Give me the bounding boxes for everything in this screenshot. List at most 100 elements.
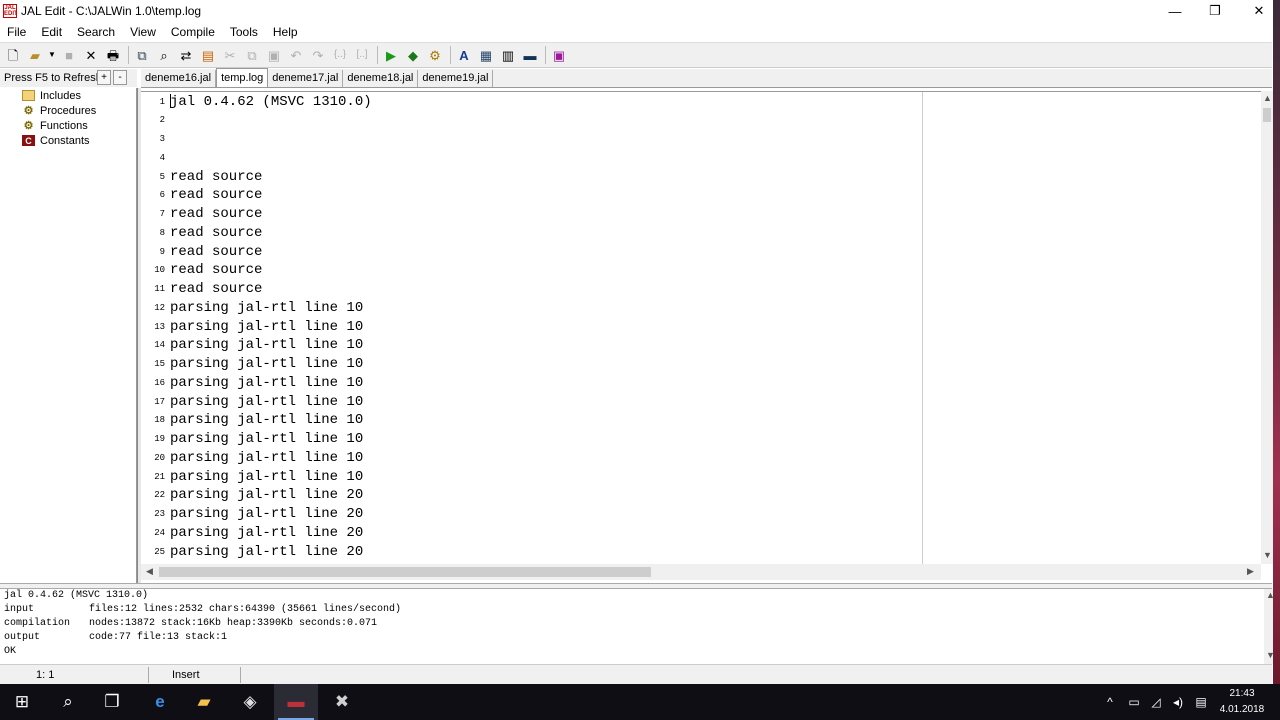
- notifications-icon[interactable]: ▤: [1190, 684, 1212, 720]
- line-number: 24: [154, 527, 165, 538]
- line-text: read source: [170, 224, 263, 241]
- terminal-icon[interactable]: ▬: [520, 45, 540, 65]
- editor-vertical-scrollbar[interactable]: ▲ ▼: [1261, 91, 1273, 564]
- editor-line[interactable]: 2: [141, 111, 911, 130]
- editor-line[interactable]: 23 parsing jal-rtl line 20: [141, 505, 911, 524]
- redo-icon[interactable]: ↷: [308, 45, 328, 65]
- editor-line[interactable]: 11 read source: [141, 280, 911, 299]
- expand-all-button[interactable]: +: [97, 70, 111, 85]
- editor-line[interactable]: 13 parsing jal-rtl line 10: [141, 317, 911, 336]
- edge-browser-icon[interactable]: e: [138, 684, 182, 720]
- editor-line[interactable]: 17 parsing jal-rtl line 10: [141, 392, 911, 411]
- editor-line[interactable]: 25 parsing jal-rtl line 20: [141, 542, 911, 561]
- editor-line[interactable]: 1 jal 0.4.62 (MSVC 1310.0): [141, 92, 911, 111]
- network-icon[interactable]: ◿: [1146, 684, 1166, 720]
- scroll-right-icon[interactable]: ▶: [1247, 566, 1254, 577]
- goto-icon[interactable]: ▤: [198, 45, 218, 65]
- search-icon[interactable]: ⧉: [132, 45, 152, 65]
- editor-line[interactable]: 6 read source: [141, 186, 911, 205]
- tab-temp-log[interactable]: temp.log: [216, 68, 269, 87]
- calculator-icon[interactable]: ▥: [498, 45, 518, 65]
- editor-line[interactable]: 10 read source: [141, 261, 911, 280]
- line-number: 17: [154, 396, 165, 407]
- editor-line[interactable]: 3: [141, 130, 911, 149]
- font-icon[interactable]: A: [454, 45, 474, 65]
- close-file-icon[interactable]: ✕: [81, 45, 101, 65]
- editor-line[interactable]: 21 parsing jal-rtl line 10: [141, 467, 911, 486]
- print-icon[interactable]: 🖶: [103, 45, 123, 65]
- editor-line[interactable]: 24 parsing jal-rtl line 20: [141, 523, 911, 542]
- menu-edit[interactable]: Edit: [34, 25, 70, 39]
- editor-line[interactable]: 19 parsing jal-rtl line 10: [141, 430, 911, 449]
- editor-line[interactable]: 14 parsing jal-rtl line 10: [141, 336, 911, 355]
- editor-line[interactable]: 9 read source: [141, 242, 911, 261]
- menu-file[interactable]: File: [0, 25, 34, 39]
- copy-icon[interactable]: ⧉: [242, 45, 262, 65]
- app-icon-taskbar[interactable]: ◈: [228, 684, 272, 720]
- editor-horizontal-scrollbar[interactable]: ◀ ▶: [141, 564, 1261, 580]
- editor-line[interactable]: 20 parsing jal-rtl line 10: [141, 448, 911, 467]
- taskbar-clock[interactable]: 21:43 4.01.2018: [1218, 686, 1266, 718]
- save-icon[interactable]: ■: [59, 45, 79, 65]
- editor-line[interactable]: 8 read source: [141, 223, 911, 242]
- tab-deneme16[interactable]: deneme16.jal: [141, 70, 217, 87]
- tree-item-includes[interactable]: Includes: [22, 88, 81, 103]
- battery-icon[interactable]: ▭: [1124, 684, 1144, 720]
- editor-line[interactable]: 16 parsing jal-rtl line 10: [141, 373, 911, 392]
- unindent-icon[interactable]: [..]: [352, 45, 372, 65]
- replace-icon[interactable]: ⇄: [176, 45, 196, 65]
- line-number: 4: [159, 152, 165, 163]
- undo-icon[interactable]: ↶: [286, 45, 306, 65]
- editor-line[interactable]: 18 parsing jal-rtl line 10: [141, 411, 911, 430]
- editor-line[interactable]: 15 parsing jal-rtl line 10: [141, 355, 911, 374]
- editor-line[interactable]: 7 read source: [141, 205, 911, 224]
- restore-button[interactable]: ❐: [1192, 0, 1238, 22]
- indent-icon[interactable]: {..}: [330, 45, 350, 65]
- tree-item-constants[interactable]: C Constants: [22, 133, 90, 148]
- tool-taskbar-icon[interactable]: ✖: [320, 684, 364, 720]
- menu-tools[interactable]: Tools: [223, 25, 266, 39]
- tray-chevron-icon[interactable]: ^: [1101, 684, 1119, 720]
- task-view-icon[interactable]: ❐: [90, 684, 134, 720]
- code-editor[interactable]: 1 jal 0.4.62 (MSVC 1310.0) 2 3 4 5 read source…: [141, 91, 1261, 564]
- menu-compile[interactable]: Compile: [164, 25, 223, 39]
- volume-icon[interactable]: ◂): [1168, 684, 1188, 720]
- line-number: 14: [154, 340, 165, 351]
- search-icon[interactable]: ⌕: [46, 684, 90, 720]
- file-explorer-icon[interactable]: ▰: [182, 684, 226, 720]
- paste-icon[interactable]: ▣: [264, 45, 284, 65]
- editor-horizontal-thumb[interactable]: [159, 567, 651, 577]
- line-text: parsing jal-rtl line 10: [170, 299, 364, 316]
- chip-programmer-icon[interactable]: ▣: [549, 45, 569, 65]
- find-icon[interactable]: ⌕: [154, 45, 174, 65]
- scroll-down-icon[interactable]: ▼: [1263, 550, 1272, 560]
- editor-line[interactable]: 12 parsing jal-rtl line 10: [141, 298, 911, 317]
- jal-edit-taskbar-icon[interactable]: ▬: [274, 684, 318, 720]
- compile-run-icon[interactable]: ▶: [381, 45, 401, 65]
- program-chip-icon[interactable]: ◆: [403, 45, 423, 65]
- tab-deneme17[interactable]: deneme17.jal: [268, 70, 344, 87]
- line-text: read source: [170, 187, 263, 204]
- editor-vertical-thumb[interactable]: [1263, 108, 1271, 122]
- scroll-up-icon[interactable]: ▲: [1263, 93, 1272, 103]
- dropdown-arrow-icon[interactable]: ▼: [47, 45, 57, 65]
- menu-view[interactable]: View: [123, 25, 164, 39]
- editor-line[interactable]: 22 parsing jal-rtl line 20: [141, 486, 911, 505]
- editor-line[interactable]: 5 read source: [141, 167, 911, 186]
- build-icon[interactable]: ⚙: [425, 45, 445, 65]
- menu-search[interactable]: Search: [70, 25, 123, 39]
- collapse-all-button[interactable]: -: [113, 70, 127, 85]
- editor-line[interactable]: 4: [141, 148, 911, 167]
- new-file-icon[interactable]: 🗋: [3, 45, 23, 65]
- compiler-output[interactable]: jal 0.4.62 (MSVC 1310.0) input files:12 l…: [0, 589, 1264, 664]
- windows-start-icon[interactable]: ⊞: [0, 684, 44, 720]
- open-folder-icon[interactable]: ▰: [25, 45, 45, 65]
- ascii-table-icon[interactable]: ▦: [476, 45, 496, 65]
- menu-help[interactable]: Help: [266, 25, 306, 39]
- scroll-left-icon[interactable]: ◀: [146, 566, 153, 577]
- tree-item-procedures[interactable]: ⚙ Procedures: [22, 103, 97, 118]
- tab-deneme19[interactable]: deneme19.jal: [418, 70, 494, 87]
- tab-deneme18[interactable]: deneme18.jal: [343, 70, 419, 87]
- tree-item-functions[interactable]: ⚙ Functions: [22, 118, 88, 133]
- cut-icon[interactable]: ✂: [220, 45, 240, 65]
